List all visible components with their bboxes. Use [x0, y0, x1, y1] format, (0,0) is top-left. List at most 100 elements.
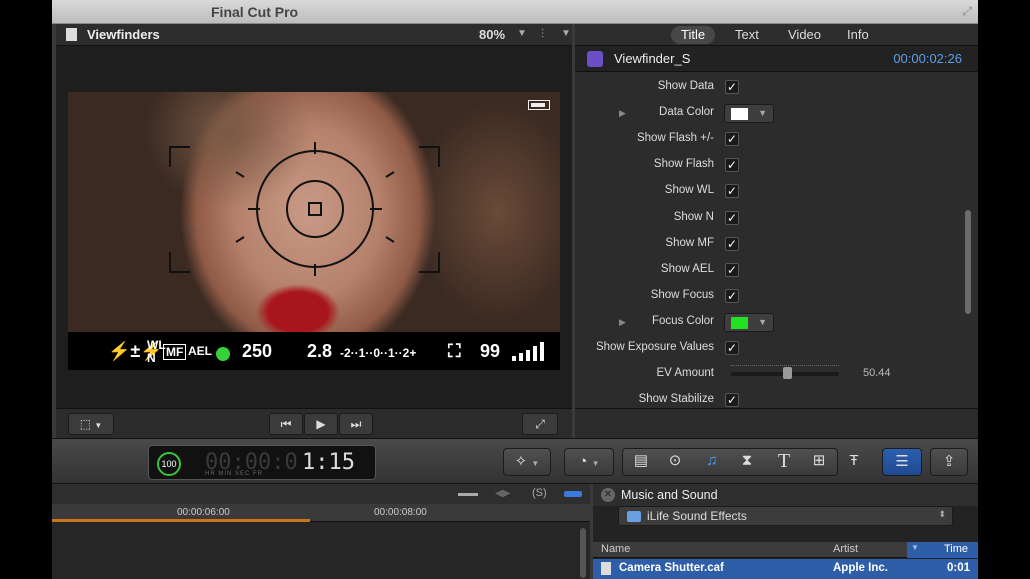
play-button[interactable]: ▶ [304, 413, 338, 435]
color-swatch [731, 316, 748, 329]
color-well-button[interactable]: ▼ [724, 312, 774, 332]
wb-sub-indicator: N [147, 351, 156, 365]
inspector-timecode: 00:00:02:26 [893, 51, 962, 66]
property-checkbox[interactable]: ✓ [725, 288, 739, 303]
skip-forward-icon: ⏭ [350, 417, 362, 431]
close-icon[interactable]: ✕ [601, 488, 615, 502]
property-checkbox[interactable]: ✓ [725, 236, 739, 251]
transitions-browser-button[interactable]: ⧗ [732, 448, 762, 476]
property-checkbox[interactable]: ✓ [725, 158, 739, 173]
go-to-end-button[interactable]: ⏭ [339, 413, 373, 435]
view-options-dropdown-icon[interactable]: ▼ [561, 28, 571, 39]
af-frame-corner-br [419, 252, 440, 273]
fullscreen-icon[interactable]: ⤢ [962, 4, 972, 19]
themes-browser-button[interactable]: Ŧ [839, 448, 869, 476]
property-checkbox[interactable]: ✓ [725, 210, 739, 225]
camera-info-strip: ⚡±⚡ WL N MF AEL 250 2.8 -2··1··0··1··2+ … [68, 332, 560, 370]
property-label: Show AEL [660, 262, 714, 275]
dashboard-timecode[interactable]: 100 00:00:0 1:15 HR MIN SEC FR [148, 445, 376, 480]
photo-browser-button[interactable]: ⊙ [660, 448, 690, 476]
signal-bars-icon [512, 342, 544, 361]
music-browser-button[interactable]: ♫ [697, 448, 727, 476]
property-label: EV Amount [656, 367, 714, 380]
property-row: Show MF ✓ [575, 234, 965, 256]
property-checkbox[interactable]: ✓ [725, 184, 739, 199]
inspector-tabs: Title Text Video Info [575, 24, 978, 46]
audio-meter-icon[interactable]: ⫶ [541, 27, 544, 42]
ev-amount-value[interactable]: 50.44 [863, 367, 891, 379]
generator-icon: ⊞ [812, 452, 826, 469]
shots-remaining: 99 [480, 341, 501, 361]
event-browser-button[interactable]: ▤ [626, 448, 656, 476]
background-task-progress[interactable]: 100 [157, 452, 181, 476]
property-checkbox[interactable]: ✓ [725, 262, 739, 277]
inspector-toggle-button[interactable]: ☰ [882, 448, 922, 476]
property-label: Show Flash [653, 158, 714, 171]
sound-source-select[interactable]: iLife Sound Effects ⬍ [618, 506, 953, 526]
column-artist[interactable]: Artist [833, 543, 858, 555]
tab-title[interactable]: Title [671, 26, 716, 44]
focus-reticle [169, 142, 440, 276]
property-checkbox[interactable]: ✓ [725, 393, 739, 408]
slider-knob[interactable] [783, 367, 793, 380]
tab-text[interactable]: Text [725, 26, 769, 44]
disclosure-triangle-icon[interactable]: ▶ [619, 317, 626, 328]
timeline-scrollbar[interactable] [580, 528, 586, 578]
property-row: Show Flash +/- ✓ [575, 129, 965, 151]
property-checkbox[interactable]: ✓ [725, 132, 739, 147]
enhancements-button[interactable]: ✧ ▼ [503, 448, 551, 476]
transition-icon: ⧗ [741, 452, 753, 469]
column-name[interactable]: Name [601, 543, 630, 555]
go-to-start-button[interactable]: ⏮ [269, 413, 303, 435]
inspector-clip-name: Viewfinder_S [614, 51, 691, 66]
color-well-button[interactable]: ▼ [724, 104, 774, 124]
sound-time: 0:01 [947, 562, 971, 574]
disclosure-triangle-icon[interactable]: ▶ [619, 108, 626, 119]
transform-button[interactable]: ⬚ ▼ [68, 413, 114, 435]
retime-button[interactable]: ◔ ▼ [564, 448, 614, 476]
viewer-footer: ⬚ ▼ ⏮ ▶ ⏭ ⤢ [56, 408, 572, 438]
column-time[interactable]: ▼ Time [907, 542, 978, 558]
skimming-toggle[interactable] [564, 491, 582, 497]
af-frame-corner-tl [169, 146, 190, 167]
chevron-down-icon: ▼ [758, 108, 767, 119]
inspector-footer [575, 408, 978, 438]
titles-browser-button[interactable]: T [769, 448, 799, 476]
selected-range-bar [52, 519, 310, 522]
transform-icon: ⬚ [79, 417, 92, 431]
list-item[interactable]: Camera Shutter.caf Apple Inc. 0:01 [593, 559, 978, 579]
music-note-icon: ♫ [706, 452, 718, 469]
window-title: Final Cut Pro [211, 4, 299, 20]
share-button[interactable]: ⇪ [930, 448, 968, 476]
property-row: ▶ Focus Color ▼ [575, 312, 965, 334]
timeline-panel[interactable]: ▬▬ ◀▶ (S) 00:00:06:00 00:00:08:00 [52, 484, 590, 579]
clip-appearance-icon[interactable]: ▬▬ [458, 488, 478, 499]
fullscreen-view-button[interactable]: ⤢ [522, 413, 558, 435]
property-row: Show AEL ✓ [575, 260, 965, 282]
theme-icon: Ŧ [849, 452, 859, 469]
magic-wand-icon: ✧ [514, 453, 528, 470]
inspector-panel: Title Text Video Info Viewfinder_S 00:00… [575, 24, 978, 438]
property-checkbox[interactable]: ✓ [725, 341, 739, 355]
chevron-down-icon: ▼ [758, 316, 767, 327]
tab-info[interactable]: Info [837, 26, 879, 44]
video-frame[interactable] [68, 92, 560, 332]
tab-video[interactable]: Video [778, 26, 831, 44]
title-clip-icon [587, 51, 603, 67]
property-checkbox[interactable]: ✓ [725, 80, 739, 94]
snapping-icon[interactable]: (S) [532, 487, 547, 499]
music-browser-panel: ✕ Music and Sound iLife Sound Effects ⬍ … [593, 484, 978, 579]
zoom-level[interactable]: 80% [479, 27, 505, 42]
generators-browser-button[interactable]: ⊞ [804, 448, 834, 476]
ev-amount-slider[interactable] [731, 365, 839, 380]
main-toolbar: 100 00:00:0 1:15 HR MIN SEC FR ✧ ▼ ◔ ▼ ▤… [52, 438, 978, 484]
skip-back-icon: ⏮ [280, 417, 292, 431]
inner-focus-circle [286, 180, 344, 238]
audio-skimming-icon[interactable]: ◀▶ [495, 488, 510, 499]
zoom-dropdown-icon[interactable]: ▼ [517, 28, 527, 39]
property-row: ▶ Data Color ▼ [575, 103, 965, 125]
timeline-ruler[interactable]: 00:00:06:00 00:00:08:00 [52, 504, 590, 522]
inspector-scrollbar[interactable] [965, 210, 971, 314]
property-row: Show WL ✓ [575, 181, 965, 203]
document-icon [66, 28, 77, 41]
